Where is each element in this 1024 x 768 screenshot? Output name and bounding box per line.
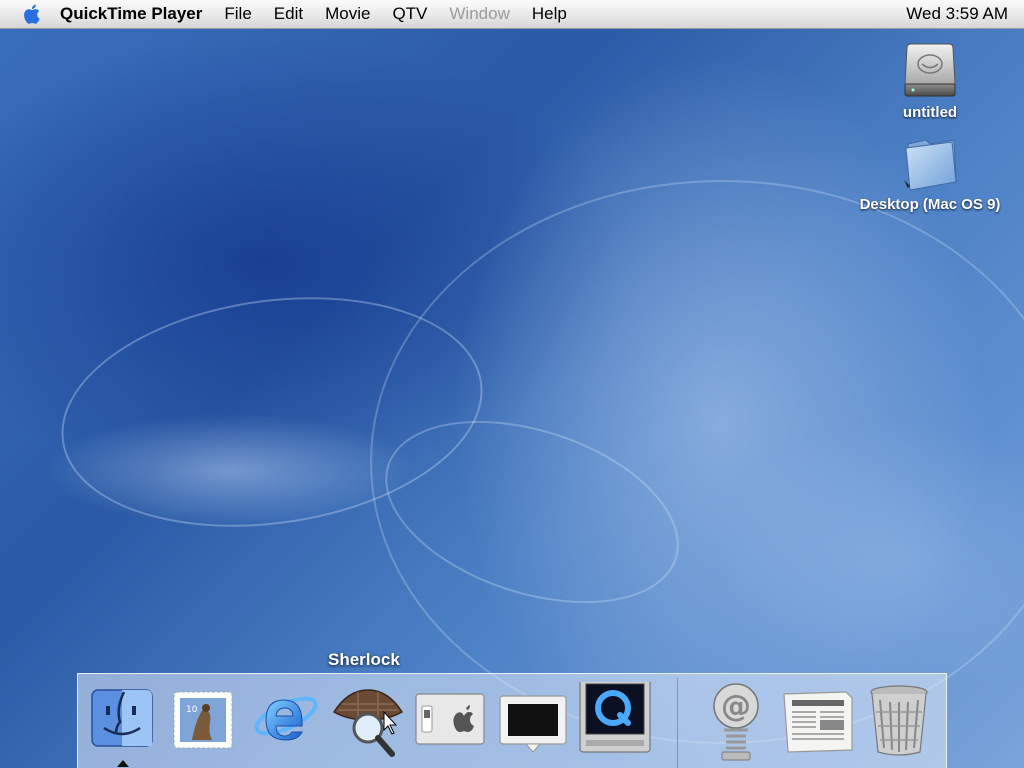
- dock-item-mail[interactable]: 10: [166, 682, 238, 766]
- folder-icon: [904, 139, 957, 191]
- hard-drive-icon: [904, 43, 956, 97]
- dock-item-internet-explorer[interactable]: [248, 682, 320, 766]
- dock-item-system-preferences[interactable]: [412, 682, 485, 766]
- dock-item-finder[interactable]: [86, 682, 158, 766]
- dock-divider: [677, 678, 678, 768]
- desktop-icon-desktop-mac-os-9[interactable]: Desktop (Mac OS 9): [850, 134, 1010, 213]
- menubar-clock[interactable]: Wed 3:59 AM: [906, 0, 1008, 28]
- dock-item-news[interactable]: [780, 682, 853, 766]
- apple-logo-icon: [24, 4, 40, 24]
- menu-window[interactable]: Window: [438, 0, 520, 28]
- newspaper-icon: [783, 691, 853, 753]
- desktop-icon-label: Desktop (Mac OS 9): [859, 196, 1001, 213]
- finder-running-indicator: [117, 760, 129, 767]
- app-menu-quicktime-player[interactable]: QuickTime Player: [52, 0, 213, 28]
- dock-tooltip: Sherlock: [328, 650, 400, 669]
- dock-item-sherlock[interactable]: [328, 682, 404, 766]
- dock: 10 @: [77, 673, 947, 768]
- menu-help[interactable]: Help: [521, 0, 578, 28]
- dock-item-internet-connect[interactable]: @: [700, 682, 772, 766]
- apple-menu[interactable]: [14, 0, 52, 28]
- desktop-icon-untitled[interactable]: untitled: [890, 40, 970, 121]
- menu-edit[interactable]: Edit: [263, 0, 314, 28]
- svg-text:10: 10: [186, 705, 198, 715]
- dock-item-trash[interactable]: [866, 682, 938, 766]
- finder-icon: [91, 689, 153, 747]
- desktop-icon-label: untitled: [902, 104, 958, 121]
- desktop-background: [0, 0, 1024, 768]
- menu-file[interactable]: File: [213, 0, 262, 28]
- dock-item-display[interactable]: [496, 682, 568, 766]
- display-icon: [499, 695, 567, 753]
- menu-movie[interactable]: Movie: [314, 0, 381, 28]
- system-preferences-icon: [415, 693, 485, 745]
- menu-qtv[interactable]: QTV: [381, 0, 438, 28]
- dock-item-quicktime[interactable]: [578, 682, 651, 766]
- menu-bar: QuickTime Player File Edit Movie QTV Win…: [0, 0, 1024, 29]
- svg-text:@: @: [721, 689, 751, 724]
- sherlock-hat-icon: [332, 689, 404, 757]
- at-sign-icon: @: [713, 683, 759, 761]
- trash-icon: [870, 685, 928, 756]
- mail-stamp-icon: 10: [173, 691, 233, 749]
- internet-explorer-icon: [254, 696, 318, 741]
- quicktime-icon: [579, 682, 651, 753]
